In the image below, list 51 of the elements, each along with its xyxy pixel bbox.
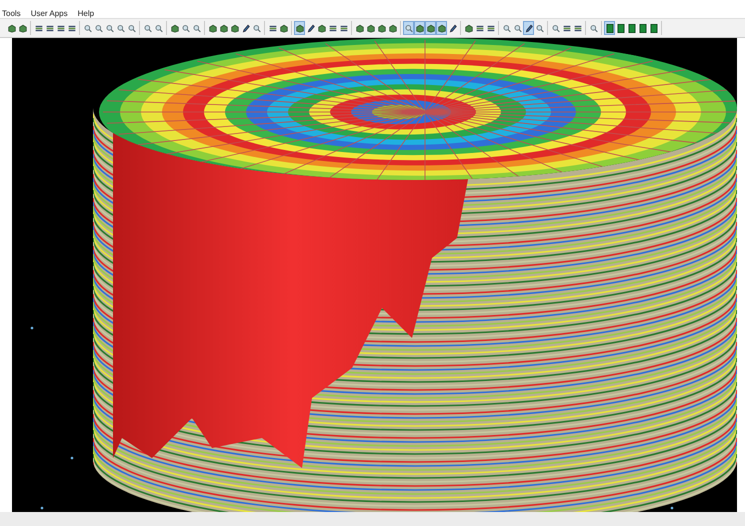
toolbar-button[interactable] (615, 21, 626, 35)
bars-icon (46, 24, 54, 32)
point-marker (670, 506, 674, 510)
magnifier-icon (502, 24, 510, 32)
point-marker (40, 506, 44, 510)
magnifier-icon (552, 24, 560, 32)
toolbar-button[interactable] (648, 21, 659, 35)
tile-icon (616, 24, 624, 32)
magnifier-icon (106, 24, 114, 32)
toolbar-button[interactable] (626, 21, 637, 35)
cube-icon (464, 24, 472, 32)
bars-icon (476, 24, 484, 32)
magnifier-icon (144, 24, 152, 32)
toolbar-button[interactable] (294, 21, 305, 35)
point-marker (70, 456, 74, 460)
tile-icon (650, 24, 658, 32)
cube-icon (318, 24, 326, 32)
bars-icon (340, 24, 348, 32)
magnifier-icon (154, 24, 162, 32)
toolbar-button[interactable] (523, 21, 534, 35)
bars-icon (574, 24, 582, 32)
magnifier-icon (182, 24, 190, 32)
bars-icon (34, 24, 42, 32)
magnifier-icon (84, 24, 92, 32)
bars-icon (56, 24, 64, 32)
magnifier-icon (536, 24, 544, 32)
toolbar-button[interactable] (604, 21, 615, 35)
menu-item[interactable]: Tools (2, 9, 21, 18)
bars-icon (328, 24, 336, 32)
bars-icon (562, 24, 570, 32)
magnifier-icon (116, 24, 124, 32)
bars-icon (268, 24, 276, 32)
cube-icon (170, 24, 178, 32)
menu-item[interactable]: User Apps (30, 9, 68, 18)
menu-item[interactable]: Help (78, 9, 94, 18)
magnifier-icon (128, 24, 136, 32)
pen-icon (524, 24, 532, 32)
magnifier-icon (404, 24, 412, 32)
magnifier-icon (94, 24, 102, 32)
tile-icon (606, 24, 614, 32)
tile-icon (628, 24, 636, 32)
point-marker (30, 326, 34, 330)
tile-icon (638, 24, 646, 32)
magnifier-icon (514, 24, 522, 32)
magnifier-icon (192, 24, 200, 32)
bars-icon (486, 24, 494, 32)
bars-icon (68, 24, 76, 32)
magnifier-icon (252, 24, 260, 32)
toolbar-button[interactable] (637, 21, 648, 35)
pen-icon (242, 24, 250, 32)
magnifier-icon (590, 24, 598, 32)
